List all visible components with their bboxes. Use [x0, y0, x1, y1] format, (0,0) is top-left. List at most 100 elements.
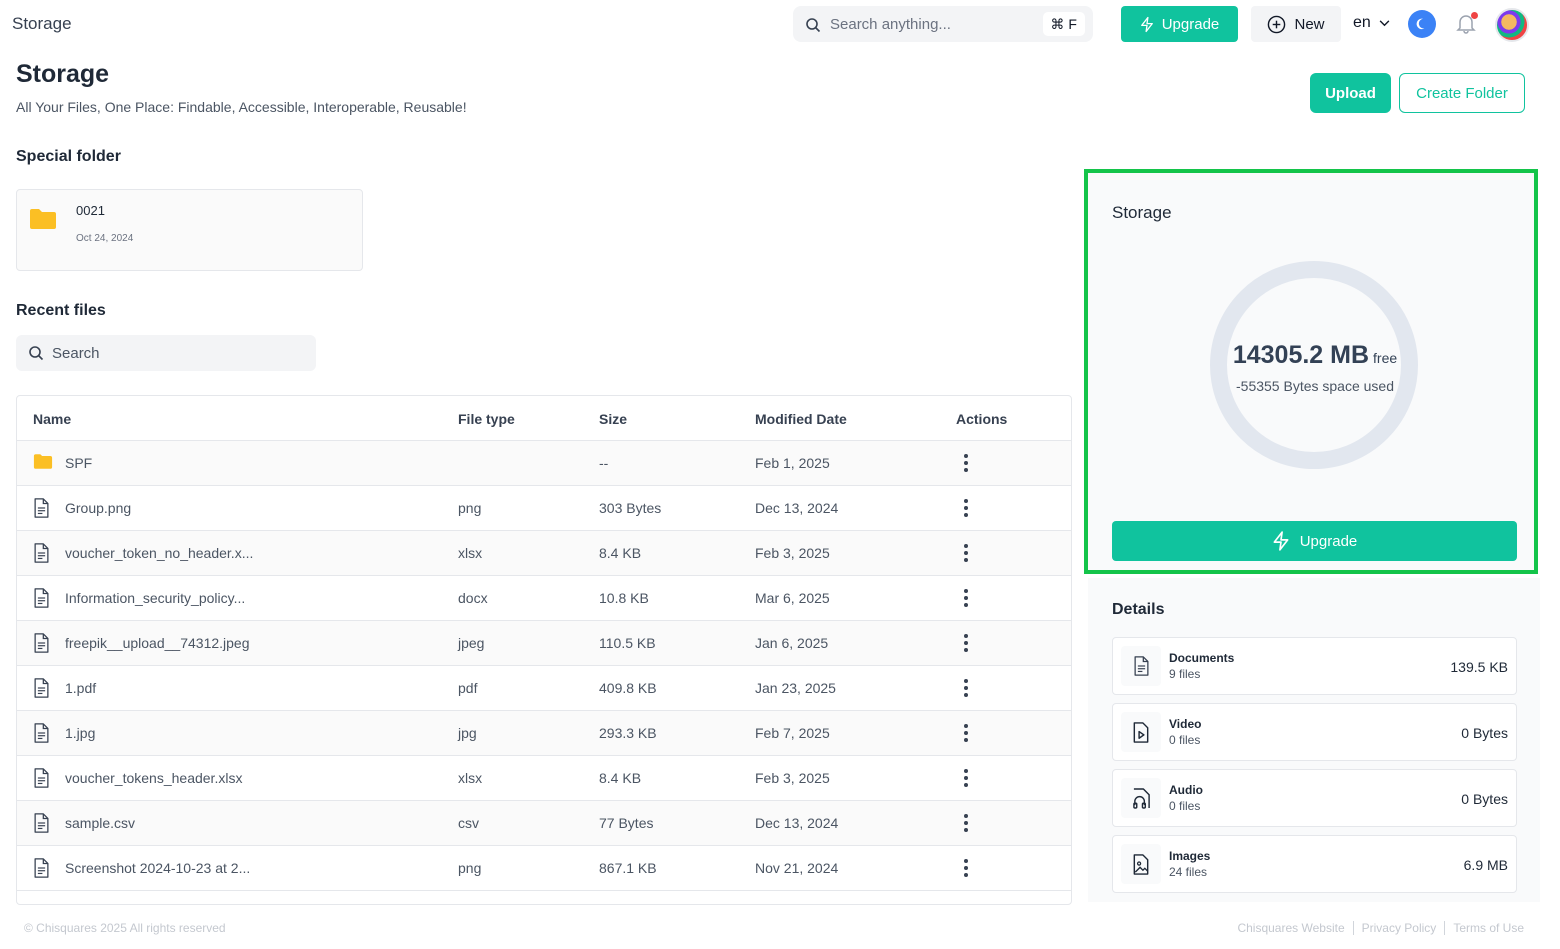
file-name[interactable]: SPF: [65, 455, 92, 471]
detail-total-size: 0 Bytes: [1461, 725, 1508, 741]
file-name[interactable]: 1.jpg: [65, 725, 95, 741]
language-select[interactable]: en: [1353, 14, 1390, 32]
storage-panel-title: Storage: [1112, 203, 1172, 222]
create-folder-button[interactable]: Create Folder: [1399, 73, 1525, 113]
more-actions-icon[interactable]: [957, 543, 975, 563]
search-icon: [29, 346, 44, 361]
table-row[interactable]: 1.jpg jpg 293.3 KB Feb 7, 2025: [17, 711, 1071, 756]
file-name[interactable]: Group.png: [65, 500, 131, 516]
file-size: 110.5 KB: [599, 635, 656, 651]
table-row[interactable]: sample.csv csv 77 Bytes Dec 13, 2024: [17, 801, 1071, 846]
table-row[interactable]: Group.png png 303 Bytes Dec 13, 2024: [17, 486, 1071, 531]
file-name[interactable]: 1.pdf: [65, 680, 96, 696]
document-icon: [1121, 646, 1161, 686]
file-modified-date: Dec 13, 2024: [755, 815, 839, 831]
folder-icon: [33, 453, 53, 473]
detail-card-images[interactable]: Images 24 files 6.9 MB: [1112, 835, 1517, 893]
chevron-down-icon: [1379, 19, 1390, 26]
special-folder-date: Oct 24, 2024: [76, 233, 134, 244]
document-icon: [33, 858, 50, 881]
details-panel: Details Documents 9 files 139.5 KB Video 0 f…: [1088, 578, 1540, 902]
column-header-file-type[interactable]: File type: [458, 411, 515, 427]
lightning-icon: [1140, 16, 1153, 32]
file-size: 10.8 KB: [599, 590, 649, 606]
more-actions-icon[interactable]: [957, 453, 975, 473]
column-header-actions: Actions: [956, 411, 1008, 427]
language-value: en: [1353, 14, 1371, 31]
footer-link-terms[interactable]: Terms of Use: [1444, 921, 1532, 935]
recent-files-search-input[interactable]: Search: [16, 335, 316, 371]
file-modified-date: Jan 6, 2025: [755, 635, 829, 651]
file-size: 293.3 KB: [599, 725, 657, 741]
footer-link-website[interactable]: Chisquares Website: [1229, 921, 1352, 935]
theme-toggle[interactable]: [1408, 10, 1436, 38]
column-header-size[interactable]: Size: [599, 411, 627, 427]
file-type: jpeg: [458, 635, 485, 651]
file-name[interactable]: voucher_token_no_header.x...: [65, 545, 253, 561]
more-actions-icon[interactable]: [957, 588, 975, 608]
file-name[interactable]: voucher_tokens_header.xlsx: [65, 770, 242, 786]
file-modified-date: Mar 6, 2025: [755, 590, 830, 606]
more-actions-icon[interactable]: [957, 633, 975, 653]
table-row[interactable]: SPF -- Feb 1, 2025: [17, 441, 1071, 486]
avatar[interactable]: [1495, 8, 1529, 42]
detail-file-count: 24 files: [1169, 865, 1208, 879]
detail-card-audio[interactable]: Audio 0 files 0 Bytes: [1112, 769, 1517, 827]
more-actions-icon[interactable]: [957, 678, 975, 698]
file-name[interactable]: freepik__upload__74312.jpeg: [65, 635, 250, 651]
footer-link-privacy[interactable]: Privacy Policy: [1352, 921, 1445, 935]
file-modified-date: Jan 23, 2025: [755, 680, 836, 696]
column-header-name[interactable]: Name: [33, 411, 71, 427]
storage-free-value: 14305.2 MB: [1232, 341, 1370, 369]
folder-icon: [30, 209, 56, 229]
storage-upgrade-button[interactable]: Upgrade: [1112, 521, 1517, 561]
column-header-modified-date[interactable]: Modified Date: [755, 411, 847, 427]
special-folder-heading: Special folder: [16, 148, 121, 165]
global-search-placeholder: Search anything...: [830, 16, 951, 33]
file-modified-date: Nov 21, 2024: [755, 860, 839, 876]
more-actions-icon[interactable]: [957, 813, 975, 833]
file-name[interactable]: Screenshot 2024-10-23 at 2...: [65, 860, 250, 876]
detail-card-documents[interactable]: Documents 9 files 139.5 KB: [1112, 637, 1517, 695]
table-header: Name File type Size Modified Date Action…: [17, 396, 1071, 441]
file-type: csv: [458, 815, 479, 831]
upload-button[interactable]: Upload: [1310, 73, 1391, 113]
new-button[interactable]: New: [1251, 6, 1341, 42]
storage-summary-panel: Storage 14305.2 MB free -55355 Bytes spac…: [1084, 169, 1538, 574]
more-actions-icon[interactable]: [957, 858, 975, 878]
top-bar: Storage Search anything... ⌘ F Upgrade N…: [0, 0, 1560, 50]
table-row[interactable]: freepik__upload__74312.jpeg jpeg 110.5 KB J…: [17, 621, 1071, 666]
file-type: png: [458, 860, 482, 876]
global-search-input[interactable]: Search anything... ⌘ F: [793, 6, 1093, 42]
table-row[interactable]: 1.pdf pdf 409.8 KB Jan 23, 2025: [17, 666, 1071, 711]
new-button-label: New: [1294, 15, 1325, 33]
lightning-icon: [1273, 531, 1289, 551]
moon-icon: [1416, 18, 1425, 30]
table-row[interactable]: voucher_token_no_header.x... xlsx 8.4 KB Fe…: [17, 531, 1071, 576]
table-row[interactable]: Information_security_policy... docx 10.8 K…: [17, 576, 1071, 621]
page-subtitle: All Your Files, One Place: Findable, Acc…: [16, 99, 467, 115]
more-actions-icon[interactable]: [957, 768, 975, 788]
upgrade-button[interactable]: Upgrade: [1121, 6, 1238, 42]
file-name[interactable]: sample.csv: [65, 815, 135, 831]
file-size: --: [599, 455, 609, 471]
details-title: Details: [1112, 601, 1165, 618]
detail-category-name: Audio: [1169, 783, 1203, 797]
image-icon: [1121, 844, 1161, 884]
footer-links: Chisquares Website Privacy Policy Terms …: [1229, 921, 1532, 935]
more-actions-icon[interactable]: [957, 723, 975, 743]
file-type: docx: [458, 590, 488, 606]
table-row[interactable]: voucher_tokens_header.xlsx xlsx 8.4 KB Feb …: [17, 756, 1071, 801]
special-folder-card[interactable]: 0021 Oct 24, 2024: [16, 189, 363, 271]
detail-category-name: Documents: [1169, 651, 1235, 665]
table-row[interactable]: Screenshot 2024-10-23 at 2... png 867.1 KB…: [17, 846, 1071, 891]
detail-card-video[interactable]: Video 0 files 0 Bytes: [1112, 703, 1517, 761]
more-actions-icon[interactable]: [957, 498, 975, 518]
file-size: 409.8 KB: [599, 680, 657, 696]
notifications-button[interactable]: [1456, 12, 1478, 36]
storage-upgrade-label: Upgrade: [1299, 532, 1358, 550]
search-icon: [806, 18, 821, 33]
file-name[interactable]: Information_security_policy...: [65, 590, 245, 606]
app-title: Storage: [12, 14, 72, 33]
file-modified-date: Feb 3, 2025: [755, 770, 830, 786]
